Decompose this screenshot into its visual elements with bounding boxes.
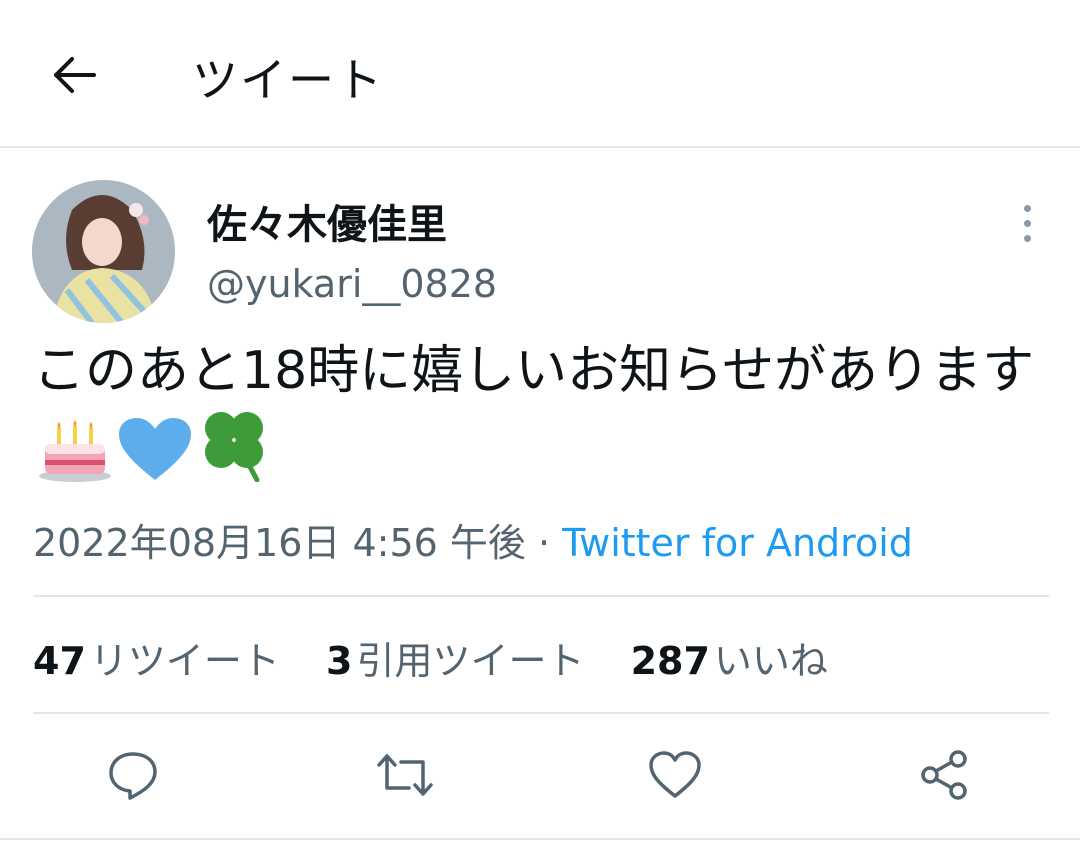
more-dot-icon: [1023, 204, 1031, 212]
more-options-button[interactable]: [1010, 198, 1044, 248]
reply-button[interactable]: [98, 740, 168, 810]
meta-separator: ·: [538, 521, 551, 565]
divider: [33, 712, 1049, 714]
like-count[interactable]: 287 いいね: [631, 639, 828, 683]
share-button[interactable]: [910, 740, 980, 810]
engagement-stats: 47 リツイート 3 引用ツイート 287 いいね: [33, 630, 862, 685]
retweet-button[interactable]: [370, 740, 440, 810]
tweet-meta: 2022年08月16日 4:56 午後 · Twitter for Androi…: [33, 512, 913, 567]
more-dot-icon: [1023, 234, 1031, 242]
heart-icon: [649, 751, 701, 798]
four-leaf-clover-icon: [197, 406, 273, 500]
action-bar: [0, 740, 1080, 810]
avatar[interactable]: [32, 180, 175, 323]
arrow-left-icon: [54, 57, 96, 93]
more-dot-icon: [1023, 219, 1031, 227]
bottom-divider: [0, 838, 1080, 840]
source-link[interactable]: Twitter for Android: [562, 521, 913, 565]
display-name[interactable]: 佐々木優佳里: [207, 192, 447, 250]
share-icon: [921, 750, 967, 800]
quote-count[interactable]: 3 引用ツイート: [326, 639, 584, 683]
birthday-cake-icon: [37, 420, 113, 500]
reply-icon: [109, 752, 157, 800]
blue-heart-icon: [117, 416, 193, 500]
retweet-count[interactable]: 47 リツイート: [33, 639, 280, 683]
back-button[interactable]: [44, 48, 104, 102]
timestamp: 2022年08月16日 4:56 午後: [33, 521, 526, 565]
tweet-body: このあと18時に嬉しいお知らせがあります: [33, 341, 1035, 401]
retweet-icon: [377, 754, 433, 796]
page-title: ツイート: [192, 53, 384, 107]
divider: [33, 595, 1049, 597]
username-handle[interactable]: @yukari__0828: [207, 262, 497, 306]
tweet-text: このあと18時に嬉しいお知らせがあります: [33, 336, 1053, 500]
top-bar: ツイート: [0, 0, 1080, 148]
like-button[interactable]: [640, 740, 710, 810]
